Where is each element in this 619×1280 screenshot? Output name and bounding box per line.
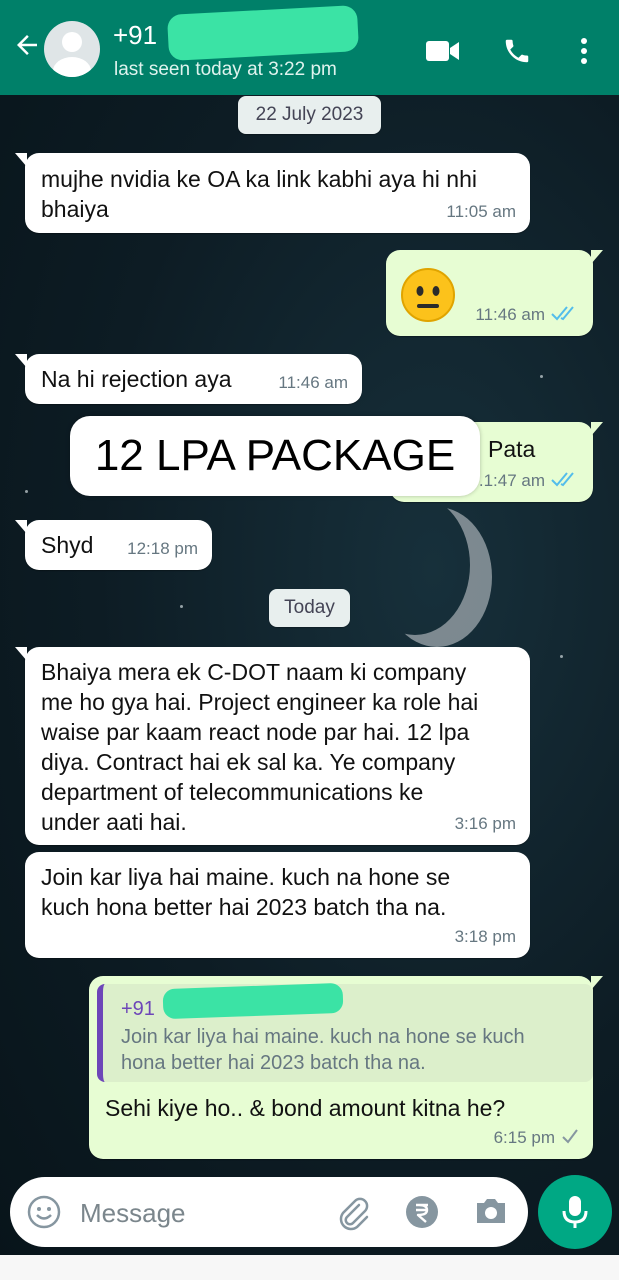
- message-outgoing[interactable]: 11:46 am: [386, 250, 603, 336]
- message-text: kuch hona better hai 2023 batch tha na.: [41, 894, 447, 920]
- quoted-text: Join kar liya hai maine. kuch na hone se…: [121, 1026, 525, 1048]
- message-incoming[interactable]: Join kar liya hai maine. kuch na hone se…: [25, 852, 530, 958]
- redaction-mark: [162, 982, 344, 1020]
- quoted-sender: +91: [121, 998, 155, 1020]
- message-time: .1:47 am: [478, 471, 545, 490]
- last-seen-status: last seen today at 3:22 pm: [114, 59, 337, 80]
- video-call-icon[interactable]: [425, 38, 461, 64]
- rupee-payment-icon[interactable]: [405, 1195, 439, 1229]
- message-text: Na hi rejection aya: [41, 366, 232, 392]
- redaction-mark: [166, 5, 360, 61]
- message-text: bhaiya: [41, 196, 109, 222]
- contact-name[interactable]: +91: [113, 20, 157, 51]
- message-time: 11:05 am: [446, 202, 516, 221]
- avatar[interactable]: [44, 21, 100, 77]
- message-text: Shyd: [41, 532, 94, 558]
- message-text: diya. Contract hai ek sal ka. Ye company: [41, 749, 456, 775]
- date-divider: 22 July 2023: [238, 96, 381, 134]
- message-time: 11:46 am: [278, 373, 348, 392]
- message-input[interactable]: [78, 1195, 322, 1231]
- message-incoming[interactable]: mujhe nvidia ke OA ka link kabhi aya hi …: [15, 153, 530, 233]
- phone-icon[interactable]: [502, 36, 532, 66]
- message-text: department of telecommunications ke: [41, 779, 424, 805]
- message-time: 3:16 pm: [454, 814, 516, 833]
- back-arrow-icon[interactable]: [12, 30, 42, 60]
- message-text: mujhe nvidia ke OA ka link kabhi aya hi …: [41, 166, 477, 192]
- message-text: Join kar liya hai maine. kuch na hone se: [41, 864, 451, 890]
- delivered-tick-icon: [562, 1129, 578, 1144]
- message-text: waise par kaam react node par hai. 12 lp…: [41, 719, 470, 745]
- message-text: me ho gya hai. Project engineer ka role …: [41, 689, 479, 715]
- message-text: Bhaiya mera ek C-DOT naam ki company: [41, 659, 467, 685]
- message-composer: [10, 1177, 528, 1247]
- date-divider: Today: [269, 589, 350, 627]
- moon-decoration: [360, 495, 470, 635]
- read-ticks-icon: [551, 306, 574, 321]
- message-text: under aati hai.: [41, 809, 187, 835]
- system-nav-bar: [0, 1255, 619, 1280]
- message-incoming[interactable]: Na hi rejection aya 11:46 am: [15, 354, 362, 404]
- attach-icon[interactable]: [335, 1195, 371, 1231]
- chat-header: +91 last seen today at 3:22 pm: [0, 0, 619, 95]
- overlay-caption: 12 LPA PACKAGE: [70, 416, 480, 496]
- message-incoming[interactable]: Shyd 12:18 pm: [15, 520, 212, 570]
- message-text: Pata: [488, 436, 536, 462]
- emoji-icon[interactable]: [26, 1194, 62, 1230]
- message-time: 11:46 am: [475, 305, 545, 324]
- more-options-icon[interactable]: [572, 35, 596, 67]
- read-ticks-icon: [551, 472, 574, 487]
- message-incoming[interactable]: Bhaiya mera ek C-DOT naam ki company me …: [15, 647, 530, 845]
- message-time: 6:15 pm: [493, 1128, 555, 1147]
- camera-icon[interactable]: [473, 1196, 509, 1226]
- quoted-text: hona better hai 2023 batch tha na.: [121, 1052, 426, 1074]
- quoted-reply[interactable]: +91 Join kar liya hai maine. kuch na hon…: [97, 982, 593, 1082]
- mic-button[interactable]: [538, 1175, 612, 1249]
- message-time: 12:18 pm: [127, 539, 198, 558]
- neutral-face-emoji: [401, 268, 455, 322]
- mic-icon: [562, 1196, 588, 1228]
- message-time: 3:18 pm: [454, 927, 516, 946]
- message-text: Sehi kiye ho.. & bond amount kitna he?: [105, 1095, 506, 1121]
- message-outgoing[interactable]: +91 Join kar liya hai maine. kuch na hon…: [89, 976, 603, 1159]
